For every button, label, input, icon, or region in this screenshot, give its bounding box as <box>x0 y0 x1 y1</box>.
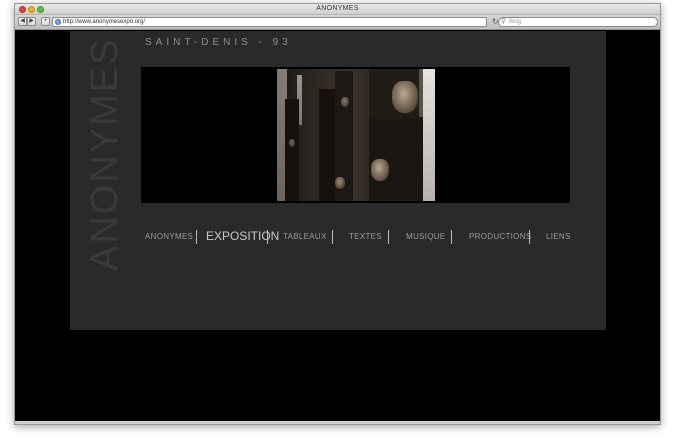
search-placeholder: Bing <box>509 19 522 25</box>
exhibition-photo <box>277 69 435 201</box>
search-icon: ⚲ <box>501 18 507 25</box>
menu-separator <box>388 230 389 244</box>
menu-separator <box>451 230 452 244</box>
menu-separator <box>196 230 197 244</box>
address-bar[interactable]: http://www.anonymesexpo.org/ <box>52 17 487 27</box>
menu-item-musique[interactable]: MUSIQUE <box>406 232 445 241</box>
title-bar: ANONYMES <box>15 4 660 15</box>
browser-toolbar: ◀ ▶ + http://www.anonymesexpo.org/ ↻ ⚲ B… <box>15 15 660 30</box>
site-vertical-title: ANONYMES <box>84 37 126 271</box>
hero-banner <box>141 67 570 203</box>
forward-button[interactable]: ▶ <box>27 17 36 26</box>
window-title: ANONYMES <box>316 5 359 12</box>
menu-item-productions[interactable]: PRODUCTIONS <box>469 232 531 241</box>
search-input[interactable]: ⚲ Bing <box>498 17 658 27</box>
browser-window: ANONYMES ◀ ▶ + http://www.anonymesexpo.o… <box>14 3 661 425</box>
page-viewport: ANONYMES SAINT-DENIS - 93 ANONYMES EXPOS… <box>15 31 660 424</box>
menu-separator <box>267 230 268 244</box>
address-bar-url: http://www.anonymesexpo.org/ <box>63 19 146 25</box>
status-bar <box>15 421 660 424</box>
menu-separator <box>529 230 530 244</box>
menu-item-anonymes[interactable]: ANONYMES <box>145 232 193 241</box>
menu-item-tableaux[interactable]: TABLEAUX <box>283 232 327 241</box>
menu-item-liens[interactable]: LIENS <box>546 232 571 241</box>
menu-separator <box>332 230 333 244</box>
location-heading: SAINT-DENIS - 93 <box>145 37 292 48</box>
add-bookmark-button[interactable]: + <box>41 17 50 26</box>
back-button[interactable]: ◀ <box>18 17 27 26</box>
main-menu: ANONYMES EXPOSITION TABLEAUX TEXTES MUSI… <box>130 229 590 249</box>
site-panel: ANONYMES SAINT-DENIS - 93 ANONYMES EXPOS… <box>70 31 606 330</box>
menu-item-textes[interactable]: TEXTES <box>349 232 382 241</box>
menu-item-exposition[interactable]: EXPOSITION <box>206 229 279 243</box>
globe-icon <box>55 19 61 25</box>
